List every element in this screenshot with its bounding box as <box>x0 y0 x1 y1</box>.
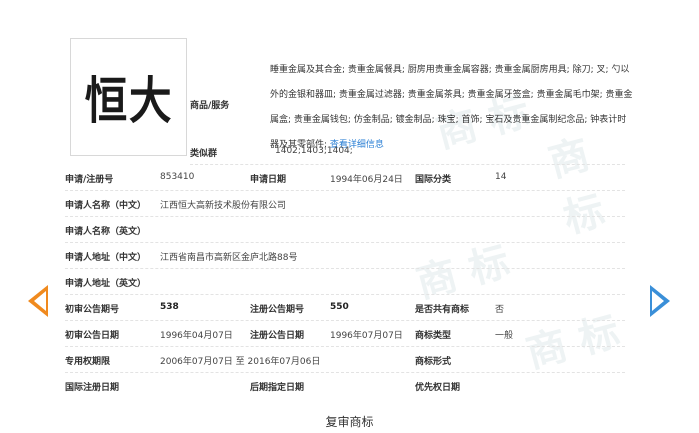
similar-group-value: 1402;1403;1404; <box>275 146 353 156</box>
arrow-right-icon-inner <box>652 291 664 311</box>
exclusive-period-row: 专用权期限 2006年07月07日 至 2016年07月06日 商标形式 <box>65 346 625 373</box>
address-cn-value: 江西省南昌市高新区金庐北路88号 <box>160 253 298 263</box>
intl-reg-date-label: 国际注册日期 <box>65 383 120 393</box>
registration-row: 申请/注册号 853410 申请日期 1994年06月24日 国际分类 14 <box>65 164 625 191</box>
prelim-issue-value: 538 <box>160 302 179 312</box>
goods-services-label: 商品/服务 <box>190 101 230 111</box>
address-cn-row: 申请人地址（中文） 江西省南昌市高新区金庐北路88号 <box>65 242 625 269</box>
reg-date-label: 注册公告日期 <box>250 331 305 341</box>
address-en-row: 申请人地址（英文） <box>65 268 625 295</box>
similar-group-label: 类似群 <box>190 149 218 159</box>
reg-date-value: 1996年07月07日 <box>330 331 403 341</box>
trademark-viewer: 商 标 商 标 商 标 商 标 恒大 商品/服务 睡重金属及其合金; 贵重金属餐… <box>0 0 699 400</box>
prelim-date-value: 1996年04月07日 <box>160 331 233 341</box>
reg-no-label: 申请/注册号 <box>65 175 114 185</box>
reg-no-value: 853410 <box>160 172 195 182</box>
mark-type-label: 商标类型 <box>415 331 452 341</box>
applicant-cn-row: 申请人名称（中文） 江西恒大高新技术股份有限公司 <box>65 190 625 217</box>
announcement-issue-row: 初审公告期号 538 注册公告期号 550 是否共有商标 否 <box>65 294 625 321</box>
intl-dates-row: 国际注册日期 后期指定日期 优先权日期 <box>65 372 625 398</box>
shared-value: 否 <box>495 305 505 315</box>
exclusive-period-label: 专用权期限 <box>65 357 111 367</box>
exclusive-period-value: 2006年07月07日 至 2016年07月06日 <box>160 357 321 367</box>
apply-date-value: 1994年06月24日 <box>330 175 403 185</box>
image-caption: 复审商标 <box>325 415 374 429</box>
mark-type-value: 一般 <box>495 331 514 341</box>
intl-class-label: 国际分类 <box>415 175 452 185</box>
trademark-detail-panel: 商 标 商 标 商 标 商 标 恒大 商品/服务 睡重金属及其合金; 贵重金属餐… <box>55 20 635 400</box>
intl-class-value: 14 <box>495 172 507 182</box>
reg-issue-value: 550 <box>330 302 349 312</box>
later-date-label: 后期指定日期 <box>250 383 305 393</box>
trademark-image: 恒大 <box>70 38 187 156</box>
mark-form-label: 商标形式 <box>415 357 452 367</box>
applicant-en-label: 申请人名称（英文） <box>65 227 147 237</box>
prelim-date-label: 初审公告日期 <box>65 331 120 341</box>
priority-date-label: 优先权日期 <box>415 383 461 393</box>
shared-label: 是否共有商标 <box>415 305 470 315</box>
prelim-issue-label: 初审公告期号 <box>65 305 120 315</box>
applicant-en-row: 申请人名称（英文） <box>65 216 625 243</box>
announcement-date-row: 初审公告日期 1996年04月07日 注册公告日期 1996年07月07日 商标… <box>65 320 625 347</box>
address-cn-label: 申请人地址（中文） <box>65 253 147 263</box>
similar-group-row: 类似群 1402;1403;1404; <box>190 138 625 165</box>
address-en-label: 申请人地址（英文） <box>65 279 147 289</box>
arrow-left-icon-inner <box>34 291 46 311</box>
applicant-cn-value: 江西恒大高新技术股份有限公司 <box>160 201 287 211</box>
trademark-logo-text: 恒大 <box>84 71 173 130</box>
apply-date-label: 申请日期 <box>250 175 287 185</box>
reg-issue-label: 注册公告期号 <box>250 305 305 315</box>
applicant-cn-label: 申请人名称（中文） <box>65 201 147 211</box>
